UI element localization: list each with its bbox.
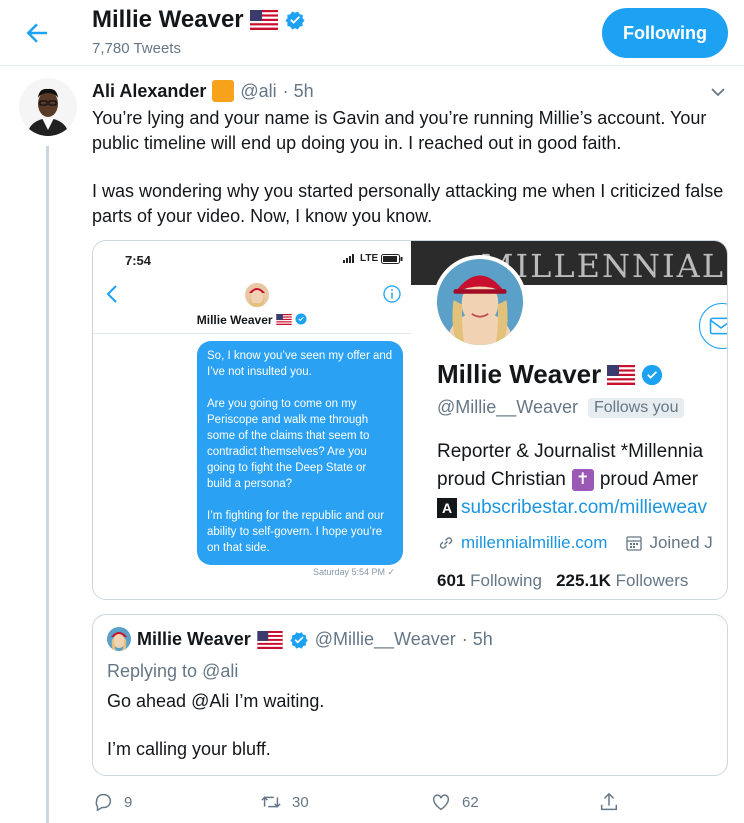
us-flag-icon: [249, 10, 278, 30]
link-icon: [439, 537, 453, 549]
following-count: 601: [437, 571, 466, 590]
profile-screenshot: MILLENNIAL Millie Weaver @Millie__Weaver: [411, 241, 727, 599]
verified-icon: [295, 313, 307, 325]
tweet-text: You’re lying and your name is Gavin and …: [92, 106, 732, 228]
phone-status: LTE: [343, 253, 403, 264]
replying-to-label: Replying to: [107, 661, 198, 681]
verified-icon: [642, 364, 663, 385]
verified-icon: [290, 631, 308, 649]
bio-text: proud Christian: [437, 469, 566, 490]
tweet-author[interactable]: Ali Alexander: [92, 81, 206, 102]
profile-stats: 601 Following 225.1K Followers: [437, 571, 688, 591]
dm-contact-name: Millie Weaver: [93, 313, 411, 327]
like-icon: [432, 794, 450, 811]
header-name: Millie Weaver: [92, 6, 244, 33]
envelope-icon: [699, 303, 727, 349]
profile-handle: @Millie__Weaver: [437, 397, 578, 417]
profile-handle-row: @Millie__Weaver Follows you: [437, 397, 685, 418]
orange-square-icon: [212, 80, 235, 102]
followers-count: 225.1K: [556, 571, 611, 590]
cross-icon: ✝: [571, 469, 594, 491]
message-bubble: So, I know you’ve seen my offer and I’ve…: [197, 341, 403, 565]
quoted-text: I’m calling your bluff.: [107, 739, 271, 759]
us-flag-icon: [256, 630, 283, 649]
profile-joined: Joined J: [649, 533, 713, 552]
quoted-handle: @Millie__Weaver: [314, 629, 456, 649]
tweet-paragraph: You’re lying and your name is Gavin and …: [92, 108, 707, 153]
avatar[interactable]: [19, 78, 77, 136]
tweet-time[interactable]: · 5h: [283, 81, 314, 102]
like-button[interactable]: 62: [430, 790, 479, 814]
battery-icon: [381, 253, 403, 264]
back-chevron-icon: [103, 283, 121, 305]
bio-text: proud Amer: [599, 469, 699, 490]
back-arrow-icon[interactable]: [22, 18, 52, 48]
retweet-count: 30: [292, 793, 309, 811]
chevron-down-icon[interactable]: [708, 82, 728, 102]
like-count: 62: [462, 793, 479, 811]
us-flag-icon: [607, 364, 636, 385]
quoted-text: Go ahead @Ali I’m waiting.: [107, 691, 325, 711]
quoted-tweet[interactable]: Millie Weaver @Millie__Weaver · 5h Reply…: [92, 614, 728, 776]
quoted-author: Millie Weaver: [137, 629, 251, 649]
bio-link: subscribestar.com/millieweav: [461, 497, 708, 518]
reply-count: 9: [124, 793, 133, 811]
reply-icon: [95, 793, 112, 812]
tweet-header: Ali Alexander @ali · 5h: [92, 80, 314, 102]
tweet-actions: 9 30 62: [92, 790, 728, 814]
profile-bio: proud Christian ✝ proud Amer: [437, 469, 698, 491]
message-text: I’m fighting for the republic and our ab…: [207, 510, 385, 554]
following-button[interactable]: Following: [602, 8, 728, 58]
thread-line: [46, 146, 49, 823]
contact-name: Millie Weaver: [196, 313, 273, 327]
retweet-icon: [261, 796, 281, 808]
following-label: Following: [470, 571, 542, 590]
profile-name-text: Millie Weaver: [437, 359, 602, 389]
quoted-time: · 5h: [461, 629, 493, 649]
message-text: Are you going to come on my Periscope an…: [207, 398, 370, 490]
avatar: [107, 627, 131, 651]
header-title: Millie Weaver: [92, 6, 306, 34]
phone-time: 7:54: [125, 253, 152, 268]
followers-label: Followers: [615, 571, 689, 590]
share-icon: [600, 792, 618, 811]
us-flag-icon: [276, 314, 292, 325]
profile-meta: millennialmillie.com Joined J: [437, 533, 713, 553]
message-text: So, I know you’ve seen my offer and I’ve…: [207, 350, 393, 378]
dm-screenshot: 7:54 LTE Millie Weaver So, I know you’ve…: [93, 241, 411, 599]
share-button[interactable]: [598, 790, 620, 814]
profile-name: Millie Weaver: [437, 359, 663, 390]
profile-bio: Reporter & Journalist *Millennia: [437, 441, 704, 462]
verified-icon: [285, 11, 305, 30]
replying-to: Replying to @ali: [107, 661, 238, 682]
message-timestamp: Saturday 5:54 PM ✓: [313, 567, 396, 577]
avatar: [433, 255, 527, 349]
tweet-handle[interactable]: @ali: [240, 81, 276, 102]
info-icon: [383, 285, 401, 303]
replying-to-handle: @ali: [202, 661, 239, 681]
signal-icon: [343, 254, 354, 263]
calendar-icon: [626, 536, 643, 551]
tweet-paragraph: I was wondering why you started personal…: [92, 181, 724, 226]
profile-bio-link: A subscribestar.com/millieweav: [437, 497, 707, 519]
retweet-button[interactable]: 30: [260, 790, 309, 814]
follows-you-badge: Follows you: [588, 397, 685, 418]
quoted-tweet-header: Millie Weaver @Millie__Weaver · 5h: [137, 629, 493, 650]
profile-header: Millie Weaver 7,780 Tweets Following: [0, 0, 744, 66]
avatar: [245, 283, 269, 307]
tweet-count: 7,780 Tweets: [92, 40, 181, 57]
reply-button[interactable]: 9: [92, 790, 132, 814]
subscribestar-icon: A: [437, 498, 457, 518]
network-label: LTE: [360, 253, 379, 264]
profile-website: millennialmillie.com: [461, 533, 608, 552]
tweet-image[interactable]: 7:54 LTE Millie Weaver So, I know you’ve…: [92, 240, 728, 600]
divider: [93, 333, 411, 334]
